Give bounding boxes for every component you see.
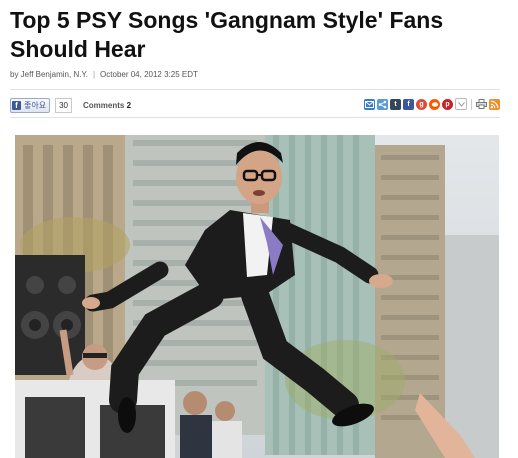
comments-label: Comments	[83, 100, 125, 110]
byline: by Jeff Benjamin, N.Y. | October 04, 2012 …	[10, 70, 198, 79]
share-separator	[471, 98, 472, 110]
byline-separator: |	[92, 70, 96, 79]
like-count: 30	[55, 97, 72, 113]
pinterest-icon[interactable]: p	[442, 98, 453, 110]
comments-count: 2	[126, 100, 132, 110]
article-photo[interactable]	[15, 135, 499, 458]
reddit-icon[interactable]	[429, 98, 440, 110]
facebook-icon: f	[12, 100, 21, 110]
article-title: Top 5 PSY Songs 'Gangnam Style' Fans Sho…	[10, 7, 444, 62]
like-label: 좋아요	[24, 100, 47, 110]
email-icon[interactable]	[364, 98, 375, 110]
tumblr-icon[interactable]: t	[390, 98, 401, 110]
author[interactable]: by Jeff Benjamin, N.Y.	[10, 70, 88, 79]
divider	[10, 117, 500, 118]
print-icon[interactable]	[476, 98, 487, 110]
facebook-icon[interactable]: f	[403, 98, 414, 110]
share-icon[interactable]	[377, 98, 388, 110]
publish-date: October 04, 2012 3:25 EDT	[100, 70, 198, 79]
share-toolbar: t f g p	[364, 98, 500, 110]
comments-link[interactable]: Comments 2	[83, 101, 131, 110]
divider	[10, 89, 500, 90]
more-icon[interactable]	[455, 98, 467, 110]
social-bar: f 좋아요 30 Comments 2	[10, 97, 131, 113]
google-plus-icon[interactable]: g	[416, 98, 427, 110]
psy-dancing-photo	[15, 135, 499, 458]
rss-icon[interactable]	[489, 98, 500, 110]
facebook-like-button[interactable]: f 좋아요	[10, 97, 51, 113]
